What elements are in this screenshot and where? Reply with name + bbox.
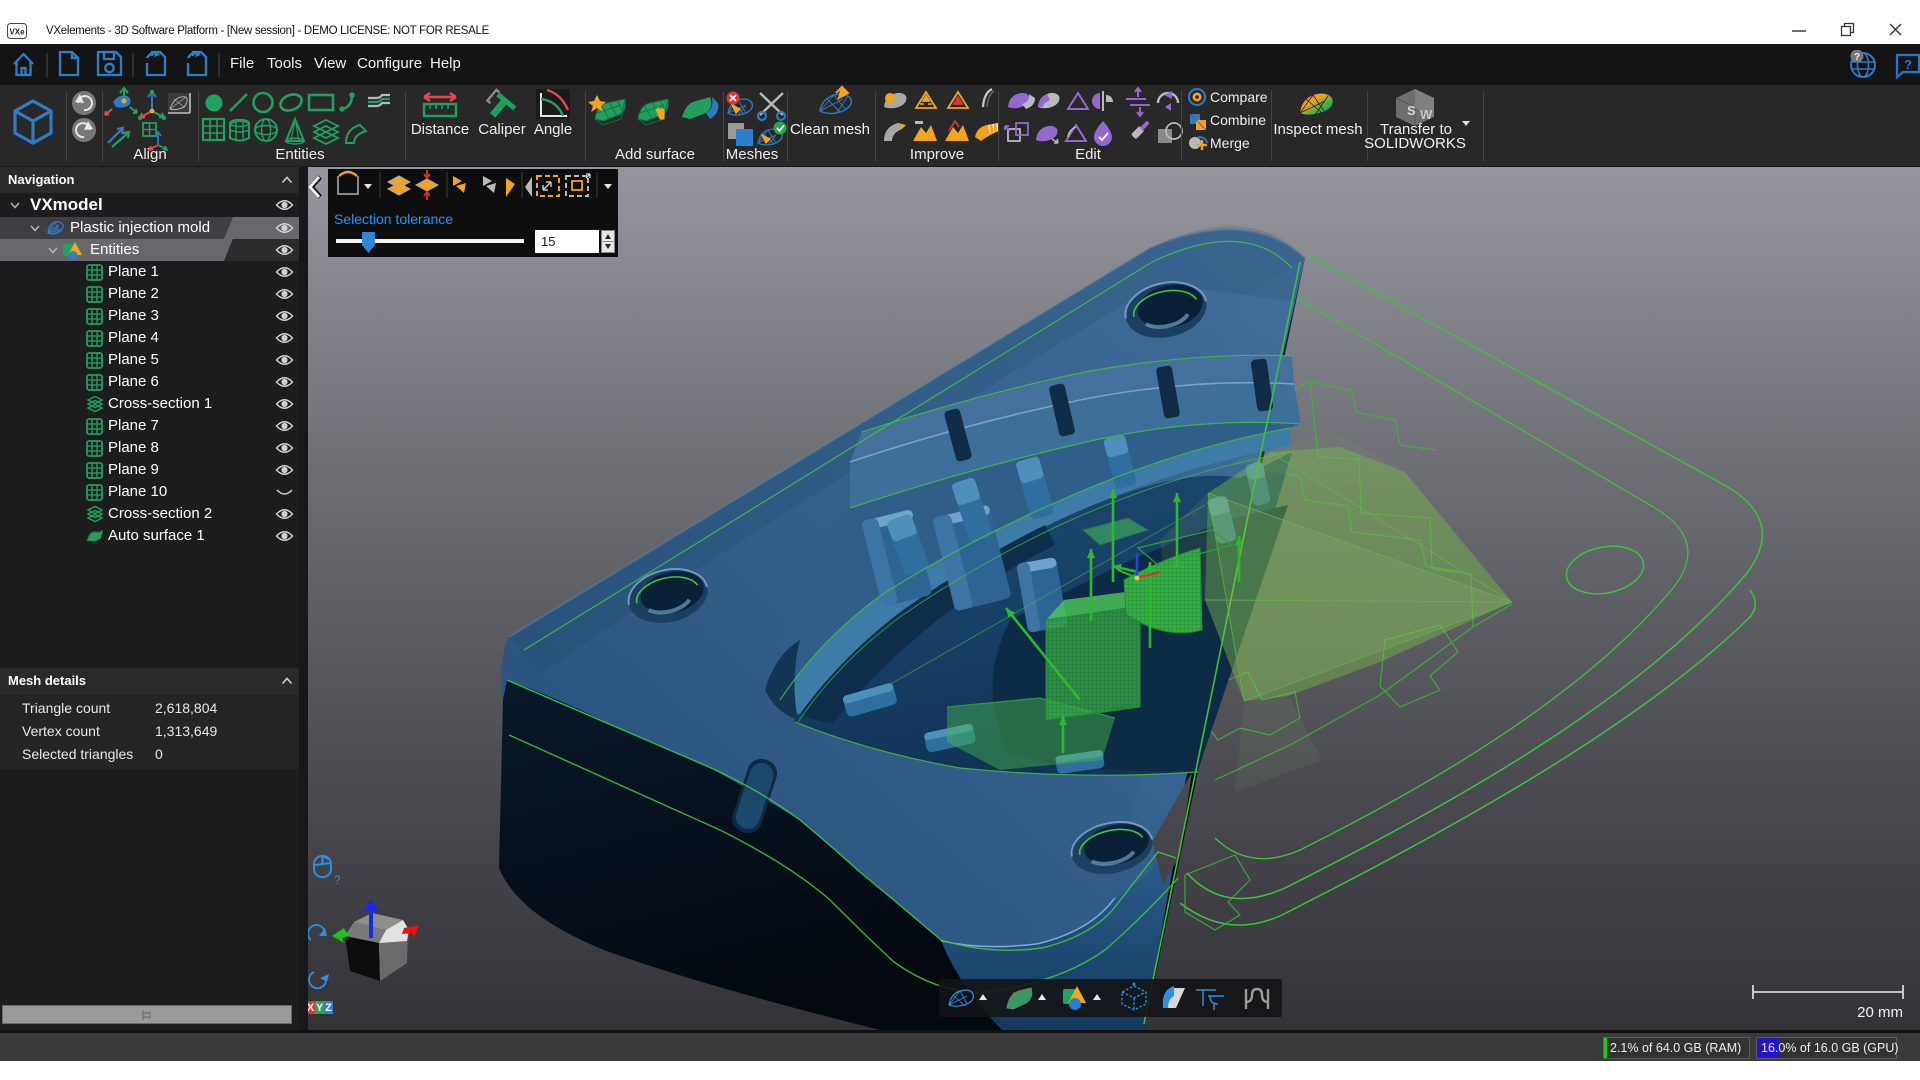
- svg-text:Y: Y: [316, 1002, 324, 1014]
- svg-text:X: X: [307, 1002, 315, 1014]
- svg-text:20 mm: 20 mm: [1857, 1004, 1903, 1021]
- svg-text:Z: Z: [325, 1002, 332, 1014]
- svg-text:?: ?: [334, 873, 341, 887]
